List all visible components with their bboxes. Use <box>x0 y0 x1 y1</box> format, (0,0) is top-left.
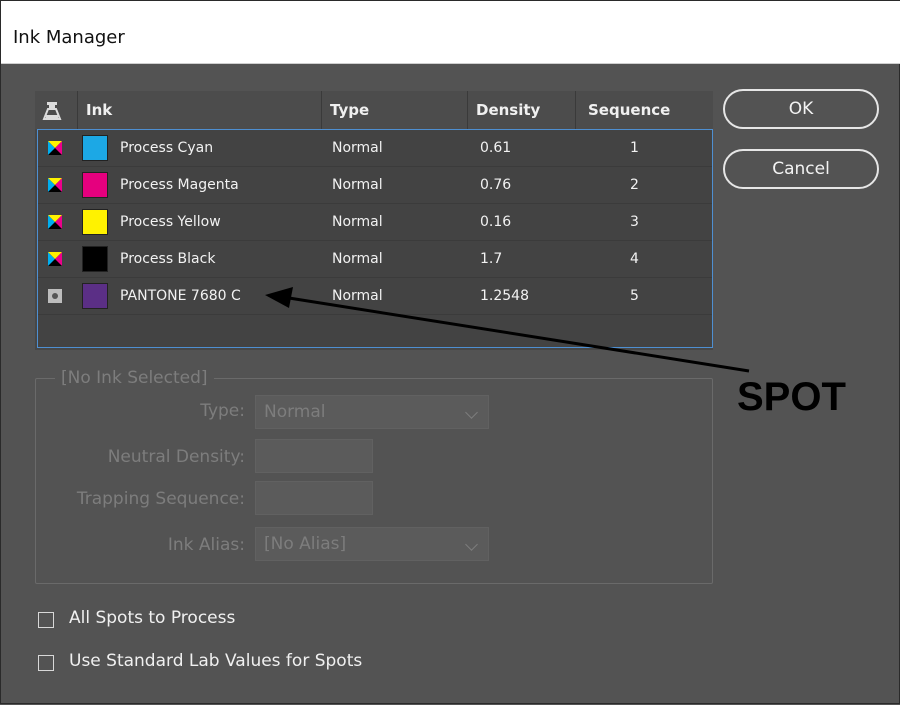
annotation-arrow <box>265 287 750 373</box>
spot-annotation-label: SPOT <box>737 375 846 419</box>
ink-manager-dialog: Ink Manager Ink Type Density Sequence Pr… <box>0 0 900 704</box>
